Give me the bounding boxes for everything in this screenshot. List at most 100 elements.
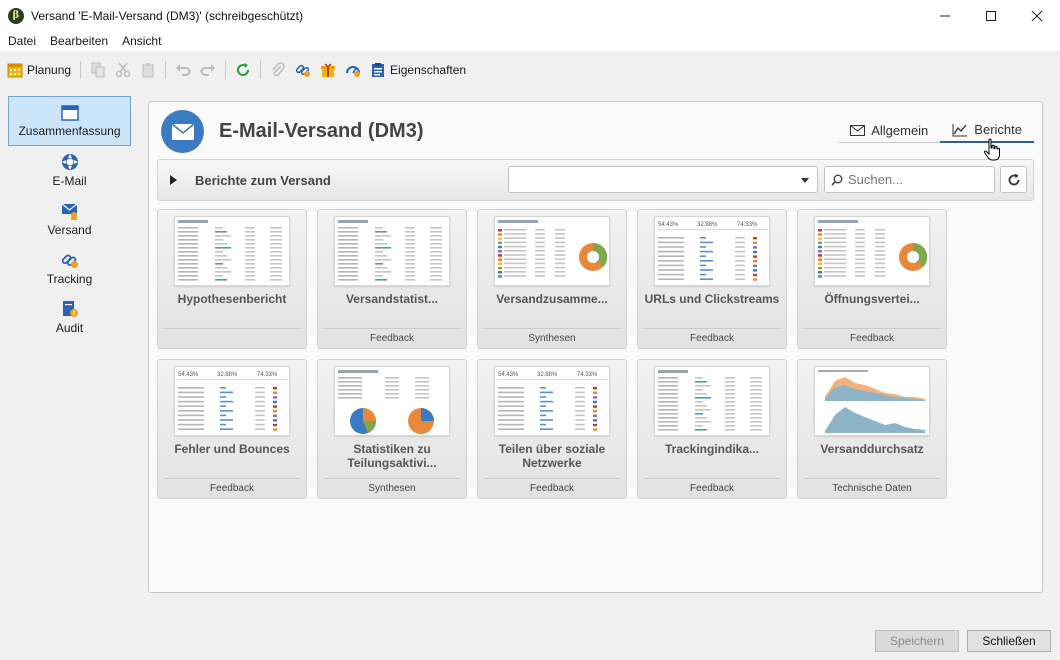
calendar-icon: [7, 63, 23, 78]
toolbar-separator: [165, 61, 167, 79]
eigenschaften-button[interactable]: Eigenschaften: [370, 59, 466, 81]
planung-button[interactable]: Planung: [7, 59, 71, 81]
toolbar-separator: [260, 61, 262, 79]
svg-text:32.88%: 32.88%: [217, 372, 238, 378]
planung-label: Planung: [27, 63, 72, 77]
search-icon: [831, 174, 843, 186]
refresh-button[interactable]: [1000, 166, 1027, 193]
close-button[interactable]: Schließen: [967, 630, 1051, 652]
save-button[interactable]: Speichern: [875, 630, 959, 652]
send-icon: [61, 203, 77, 220]
svg-text:54.43%: 54.43%: [658, 222, 679, 228]
expand-triangle-icon[interactable]: [170, 175, 177, 185]
tab-bar: Allgemein Berichte: [838, 118, 1034, 143]
main-panel: E-Mail-Versand (DM3) Allgemein Berichte …: [148, 101, 1043, 593]
chevron-down-icon: [801, 178, 809, 183]
toolbar-separator: [225, 61, 227, 79]
clipboard-icon: [142, 63, 154, 78]
report-thumbnail: [334, 216, 450, 286]
copy-button[interactable]: [90, 59, 106, 81]
undo-button[interactable]: [175, 59, 191, 81]
report-card[interactable]: Versandzusamme... Synthesen: [477, 209, 627, 349]
menu-ansicht[interactable]: Ansicht: [115, 34, 168, 48]
proof-button[interactable]: [345, 59, 361, 81]
search-input[interactable]: Suchen...: [824, 166, 995, 193]
report-thumbnail: [494, 216, 610, 286]
report-card[interactable]: Statistiken zu Teilungsaktivi... Synthese…: [317, 359, 467, 499]
cut-button[interactable]: [115, 59, 131, 81]
search-placeholder: Suchen...: [848, 172, 903, 187]
report-thumbnail: [174, 216, 290, 286]
audit-icon: [62, 300, 78, 317]
hand-cursor-icon: [983, 138, 1000, 161]
close-window-button[interactable]: [1014, 0, 1060, 31]
reports-section-bar: Berichte zum Versand Suchen...: [157, 159, 1034, 201]
report-title: Versandzusamme...: [496, 292, 608, 306]
report-card[interactable]: Versanddurchsatz Technische Daten: [797, 359, 947, 499]
report-filter-dropdown[interactable]: [508, 166, 818, 193]
report-card[interactable]: 54.43% 32.88% 74.33% Fehler und Bounces Feed…: [157, 359, 307, 499]
svg-text:32.88%: 32.88%: [537, 372, 558, 378]
redo-button[interactable]: [200, 59, 216, 81]
report-thumbnail: [814, 366, 930, 436]
app-icon: β: [8, 7, 24, 24]
sidebar-item-label: Tracking: [46, 271, 93, 286]
sidebar-item-audit[interactable]: Audit: [8, 292, 131, 342]
attachment-button[interactable]: [270, 59, 286, 81]
copy-icon: [91, 62, 105, 78]
sidebar-item-zusammenfassung[interactable]: Zusammenfassung: [8, 96, 131, 146]
svg-text:54.43%: 54.43%: [498, 372, 519, 378]
report-thumbnail: 54.43% 32.88% 74.33%: [494, 366, 610, 436]
gift-icon: [321, 63, 336, 77]
properties-icon: [372, 63, 385, 77]
report-title: Hypothesenbericht: [177, 292, 287, 306]
refresh-icon: [1008, 173, 1019, 185]
report-category: Feedback: [644, 328, 780, 348]
report-thumbnail: 54.43% 32.88% 74.33%: [654, 216, 770, 286]
page-title: E-Mail-Versand (DM3): [219, 120, 424, 142]
report-card[interactable]: Trackingindika... Feedback: [637, 359, 787, 499]
refresh-toolbar-button[interactable]: [235, 59, 251, 81]
chart-icon: [952, 123, 968, 136]
menu-datei[interactable]: Datei: [0, 34, 43, 48]
report-category: Synthesen: [484, 328, 620, 348]
report-card[interactable]: Öffnungsvertei... Feedback: [797, 209, 947, 349]
sidebar-item-label: Audit: [55, 320, 84, 335]
toolbar-separator: [80, 61, 82, 79]
maximize-icon: [986, 10, 996, 21]
report-card[interactable]: Versandstatist... Feedback: [317, 209, 467, 349]
report-title: Versanddurchsatz: [820, 442, 924, 456]
sidebar-item-label: Zusammenfassung: [18, 123, 121, 138]
menu-bearbeiten[interactable]: Bearbeiten: [43, 34, 115, 48]
email-icon: [61, 153, 78, 170]
menu-bar: Datei Bearbeiten Ansicht: [0, 31, 1060, 51]
sidebar-item-tracking[interactable]: Tracking: [8, 243, 131, 293]
paste-button[interactable]: [140, 59, 156, 81]
report-card[interactable]: 54.43% 32.88% 74.33% URLs und Clickstreams F…: [637, 209, 787, 349]
minimize-button[interactable]: [922, 0, 968, 31]
envelope-icon: [850, 124, 866, 136]
maximize-button[interactable]: [968, 0, 1014, 31]
sidebar-item-versand[interactable]: Versand: [8, 194, 131, 244]
refresh-icon: [237, 63, 250, 76]
link-icon: [295, 64, 311, 77]
report-thumbnail: [654, 366, 770, 436]
tab-label: Allgemein: [871, 122, 929, 138]
report-title: Trackingindika...: [664, 442, 760, 456]
tab-allgemein[interactable]: Allgemein: [838, 118, 941, 143]
sidebar: Zusammenfassung E-Mail Versand Tracking …: [8, 96, 132, 341]
link-button[interactable]: [295, 59, 311, 81]
report-card[interactable]: 54.43% 32.88% 74.33% Teilen über soziale Ne…: [477, 359, 627, 499]
report-thumbnail: [334, 366, 450, 436]
summary-icon: [60, 104, 79, 121]
eigenschaften-label: Eigenschaften: [390, 63, 467, 77]
report-category: Feedback: [644, 478, 780, 498]
gift-button[interactable]: [320, 59, 336, 81]
report-title: Öffnungsvertei...: [824, 292, 920, 306]
undo-icon: [176, 64, 191, 76]
sidebar-item-email[interactable]: E-Mail: [8, 145, 131, 195]
envelope-header-icon: [161, 110, 204, 153]
report-card[interactable]: Hypothesenbericht: [157, 209, 307, 349]
svg-text:74.33%: 74.33%: [737, 222, 758, 228]
report-category: Feedback: [164, 478, 300, 498]
